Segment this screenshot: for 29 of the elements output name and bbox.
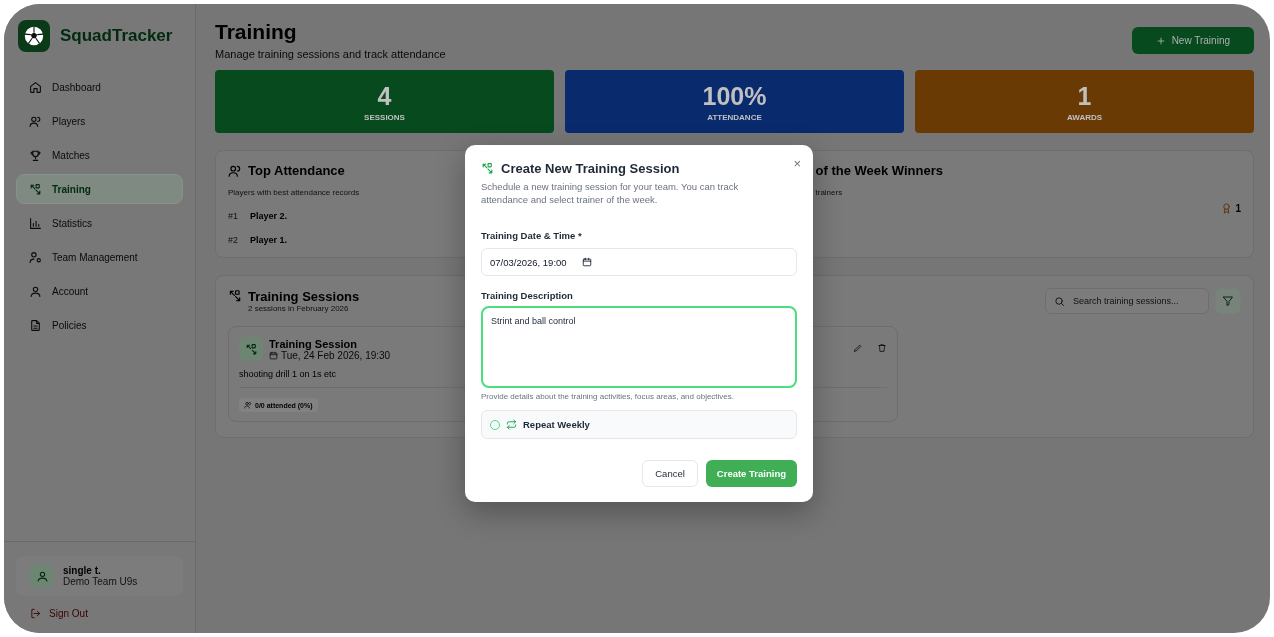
session-date: Tue, 24 Feb 2026, 19:30 bbox=[281, 349, 391, 361]
player-name: Player 2. bbox=[250, 211, 288, 221]
award-count: 1 bbox=[1235, 203, 1241, 214]
stat-label: SESSIONS bbox=[364, 112, 405, 122]
stat-value: 1 bbox=[1077, 81, 1092, 111]
field-hint: Provide details about the training activities, focus areas, and objectives. bbox=[481, 392, 736, 401]
page-subtitle: Manage training sessions and track attendance bbox=[215, 48, 446, 60]
card-subtitle: trainers bbox=[815, 188, 843, 197]
rank-label: #2 bbox=[228, 235, 238, 245]
session-title: Training Session bbox=[269, 337, 359, 350]
card-title: Top Attendance bbox=[248, 163, 345, 178]
stat-label: ATTENDANCE bbox=[707, 112, 762, 122]
card-subtitle: Players with best attendance records bbox=[228, 188, 360, 197]
field-label: Training Date & Time * bbox=[481, 230, 583, 241]
card-title: Training Sessions bbox=[248, 289, 360, 304]
team-name: Demo Team U9s bbox=[63, 576, 138, 587]
stat-label: AWARDS bbox=[1066, 112, 1103, 122]
stat-value: 100% bbox=[702, 81, 767, 111]
dialog-description: Schedule a new training session for your team. You can track attendance and select trainer of the week. bbox=[481, 180, 740, 206]
page-title: Training bbox=[215, 20, 298, 44]
field-label: Training Description bbox=[481, 290, 574, 301]
dialog-title: Create New Training Session bbox=[501, 161, 680, 176]
user-name: single t. bbox=[63, 565, 101, 576]
rank-label: #1 bbox=[228, 211, 238, 221]
brand-name: SquadTracker bbox=[60, 26, 173, 46]
player-name: Player 1. bbox=[250, 235, 288, 245]
card-title: of the Week Winners bbox=[815, 163, 943, 178]
stat-value: 4 bbox=[377, 81, 392, 111]
card-subtitle: 2 sessions in February 2026 bbox=[248, 304, 350, 313]
